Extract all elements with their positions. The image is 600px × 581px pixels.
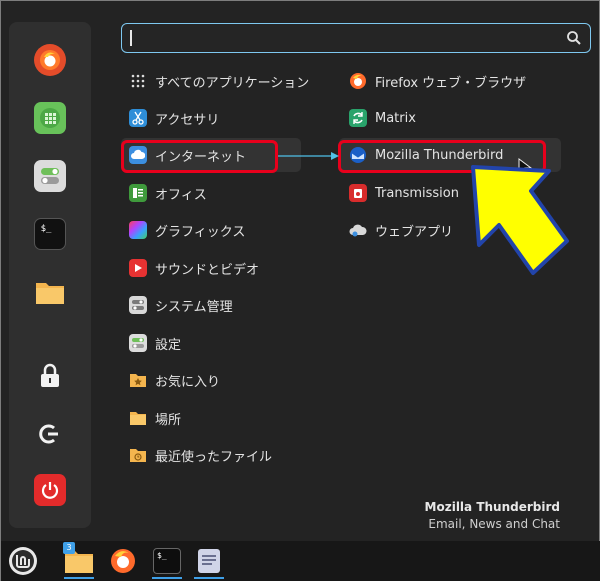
app-firefox[interactable]: Firefox ウェブ・ブラウザ — [339, 64, 561, 98]
category-label: お気に入り — [155, 374, 221, 390]
menu-button[interactable] — [5, 543, 41, 579]
app-description-subtitle: Email, News and Chat — [428, 517, 560, 531]
folder-recent-icon — [129, 446, 147, 464]
highlight-box-internet — [121, 140, 278, 173]
app-label: Matrix — [375, 110, 416, 126]
active-indicator — [152, 577, 182, 579]
firefox-icon[interactable] — [34, 44, 66, 76]
category-label: グラフィックス — [155, 224, 246, 240]
app-description-title: Mozilla Thunderbird — [424, 500, 560, 514]
text-editor-icon — [198, 549, 220, 573]
terminal-icon: $_ — [153, 548, 181, 574]
toggle-icon — [129, 334, 147, 352]
search-input[interactable] — [121, 23, 591, 53]
firefox-icon — [111, 549, 135, 573]
category-label: システム管理 — [155, 299, 233, 315]
calculator-icon[interactable] — [34, 102, 66, 134]
panel-files-button[interactable]: 3 — [61, 542, 97, 579]
webapp-icon — [349, 221, 367, 239]
graphics-icon — [129, 221, 147, 239]
app-label: Transmission — [375, 185, 459, 201]
grid-icon — [129, 72, 147, 90]
matrix-icon — [349, 109, 367, 127]
category-all-applications[interactable]: すべてのアプリケーション — [121, 64, 309, 98]
settings-toggle-icon[interactable] — [34, 160, 66, 192]
category-favorites[interactable]: お気に入り — [121, 363, 301, 397]
folder-star-icon — [129, 371, 147, 389]
app-matrix[interactable]: Matrix — [339, 101, 561, 135]
firefox-icon — [349, 72, 367, 90]
panel-terminal-button[interactable]: $_ — [149, 543, 185, 579]
taskbar-panel: 3 $_ — [1, 541, 600, 581]
scissors-icon — [129, 109, 147, 127]
category-office[interactable]: オフィス — [121, 176, 301, 210]
system-icon — [129, 296, 147, 314]
category-system-admin[interactable]: システム管理 — [121, 288, 301, 322]
office-icon — [129, 184, 147, 202]
search-icon[interactable] — [566, 30, 582, 46]
mint-logo-icon — [9, 547, 37, 575]
category-label: 場所 — [155, 412, 182, 428]
folder-icon — [129, 409, 147, 427]
favorites-sidebar: $_ — [9, 22, 91, 528]
connector-arrow — [278, 152, 339, 160]
play-icon — [129, 259, 147, 277]
category-sound-video[interactable]: サウンドとビデオ — [121, 251, 301, 285]
yellow-pointer-arrow — [471, 165, 569, 275]
category-label: アクセサリ — [155, 112, 220, 128]
category-label: オフィス — [155, 187, 207, 203]
category-recent-files[interactable]: 最近使ったファイル — [121, 438, 301, 472]
active-indicator — [194, 577, 224, 579]
files-folder-icon[interactable] — [34, 276, 66, 308]
category-accessories[interactable]: アクセサリ — [121, 101, 301, 135]
category-label: 最近使ったファイル — [155, 449, 273, 465]
lock-icon[interactable] — [34, 360, 66, 392]
window-count-badge: 3 — [63, 542, 75, 554]
category-places[interactable]: 場所 — [121, 401, 301, 435]
category-graphics[interactable]: グラフィックス — [121, 213, 301, 247]
logout-icon[interactable] — [34, 418, 66, 450]
active-indicator — [64, 577, 94, 579]
panel-firefox-button[interactable] — [105, 543, 141, 579]
app-label: ウェブアプリ — [375, 224, 454, 240]
terminal-icon[interactable]: $_ — [34, 218, 66, 250]
menu-window: $_ すべてのアプリケーション アクセサリ インターネット オフィス グラフィッ… — [0, 0, 600, 581]
text-caret — [130, 30, 132, 46]
category-settings[interactable]: 設定 — [121, 326, 301, 360]
panel-text-editor-button[interactable] — [191, 543, 227, 579]
transmission-icon — [349, 184, 367, 202]
category-label: すべてのアプリケーション — [155, 75, 310, 91]
category-label: 設定 — [155, 337, 182, 353]
category-label: サウンドとビデオ — [155, 262, 260, 278]
power-icon[interactable] — [34, 474, 66, 506]
app-label: Firefox ウェブ・ブラウザ — [375, 75, 527, 91]
